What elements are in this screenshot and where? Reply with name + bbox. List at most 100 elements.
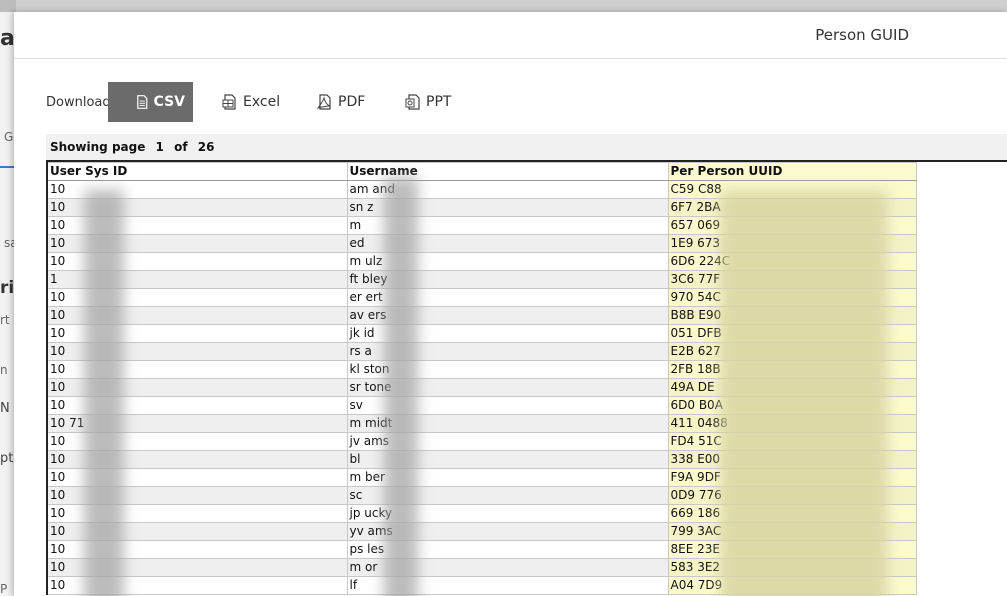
table-row: 10 sv 6D0 B0A: [46, 396, 1007, 415]
table-filler-cell: [916, 397, 1007, 415]
csv-download-button[interactable]: CSV: [108, 82, 193, 122]
cell-person-uuid: 2FB 18B: [667, 360, 917, 379]
table-filler-cell: [916, 469, 1007, 487]
cell-person-uuid: 3C6 77F: [667, 270, 917, 289]
cell-user-sys-id: 10: [46, 342, 348, 361]
download-toolbar: Download CSV Excel PDF PPT: [14, 82, 614, 122]
column-header-user-sys-id[interactable]: User Sys ID: [46, 162, 348, 181]
table-filler-cell: [916, 577, 1007, 595]
table-row: 10 jp ucky 669 186: [46, 504, 1007, 523]
cell-user-sys-id: 10: [46, 522, 348, 541]
table-filler-cell: [916, 415, 1007, 433]
table-filler-cell: [916, 163, 1007, 181]
table-row: 10 am and C59 C88: [46, 180, 1007, 199]
excel-button-label: Excel: [243, 94, 281, 110]
report-table-container: Showing page 1 of 26 User Sys ID Usernam…: [46, 134, 1007, 595]
table-row: 10 71 m midt 411 0488: [46, 414, 1007, 433]
table-row: 10 jv ams FD4 51C: [46, 432, 1007, 451]
table-filler-cell: [916, 523, 1007, 541]
background-text-fragment: P: [0, 582, 8, 596]
cell-username: jv ams: [346, 432, 669, 451]
table-filler-cell: [916, 271, 1007, 289]
dialog-header: Person GUID: [14, 12, 1007, 59]
cell-person-uuid: C59 C88: [667, 180, 917, 199]
csv-button-label: CSV: [153, 94, 185, 110]
current-page-number: 1: [155, 140, 164, 154]
table-filler-cell: [916, 541, 1007, 559]
cell-user-sys-id: 10: [46, 324, 348, 343]
table-filler-cell: [916, 325, 1007, 343]
cell-username: m midt: [346, 414, 669, 433]
cell-person-uuid: 8EE 23E: [667, 540, 917, 559]
cell-person-uuid: B8B E90: [667, 306, 917, 325]
cell-user-sys-id: 10: [46, 504, 348, 523]
cell-user-sys-id: 10: [46, 252, 348, 271]
table-filler-cell: [916, 379, 1007, 397]
background-tab-fragment: G: [4, 130, 14, 144]
cell-person-uuid: 051 DFB: [667, 324, 917, 343]
cell-username: am and: [346, 180, 669, 199]
background-header: [0, 0, 16, 12]
cell-username: jp ucky: [346, 504, 669, 523]
background-text-fragment: N: [0, 401, 10, 416]
cell-person-uuid: 6D6 224C: [667, 252, 917, 271]
background-text-fragment: n: [0, 363, 8, 377]
table-filler-cell: [916, 505, 1007, 523]
table-row: 10 kl ston 2FB 18B: [46, 360, 1007, 379]
table-filler-cell: [916, 559, 1007, 577]
background-text-fragment: rt: [0, 313, 10, 327]
excel-file-icon: [222, 94, 236, 110]
cell-username: yv ams: [346, 522, 669, 541]
cell-person-uuid: 799 3AC: [667, 522, 917, 541]
excel-download-button[interactable]: Excel: [214, 82, 288, 122]
cell-person-uuid: FD4 51C: [667, 432, 917, 451]
table-row: 10 bl 338 E00: [46, 450, 1007, 469]
cell-user-sys-id: 10: [46, 180, 348, 199]
cell-person-uuid: 6F7 2BA: [667, 198, 917, 217]
cell-person-uuid: 0D9 776: [667, 486, 917, 505]
table-row: 10 m or 583 3E2: [46, 558, 1007, 577]
table-filler-cell: [916, 307, 1007, 325]
cell-person-uuid: 1E9 673: [667, 234, 917, 253]
table-row: 10 av ers B8B E90: [46, 306, 1007, 325]
cell-person-uuid: 338 E00: [667, 450, 917, 469]
cell-user-sys-id: 10: [46, 360, 348, 379]
table-row: 10 sr tone 49A DE: [46, 378, 1007, 397]
cell-username: m ber: [346, 468, 669, 487]
table-filler-cell: [916, 487, 1007, 505]
column-header-person-uuid[interactable]: Per Person UUID: [667, 162, 917, 181]
ppt-download-button[interactable]: PPT: [397, 82, 459, 122]
cell-username: ft bley: [346, 270, 669, 289]
column-header-username[interactable]: Username: [346, 162, 669, 181]
report-dialog: Person GUID Download CSV Excel PDF PPT S…: [14, 12, 1007, 596]
cell-person-uuid: 49A DE: [667, 378, 917, 397]
table-header-row: User Sys ID Username Per Person UUID: [46, 162, 1007, 181]
cell-username: er ert: [346, 288, 669, 307]
cell-username: kl ston: [346, 360, 669, 379]
table-filler-cell: [916, 289, 1007, 307]
cell-username: ps les: [346, 540, 669, 559]
table-row: 10 ed 1E9 673: [46, 234, 1007, 253]
table-filler-cell: [916, 235, 1007, 253]
cell-person-uuid: 6D0 B0A: [667, 396, 917, 415]
cell-user-sys-id: 10: [46, 558, 348, 577]
cell-username: lf: [346, 576, 669, 595]
cell-username: jk id: [346, 324, 669, 343]
table-row: 1 ft bley 3C6 77F: [46, 270, 1007, 289]
table-row: 10 m ber F9A 9DF: [46, 468, 1007, 487]
ppt-file-icon: [405, 94, 420, 110]
table-filler-cell: [916, 361, 1007, 379]
cell-person-uuid: 583 3E2: [667, 558, 917, 577]
pdf-download-button[interactable]: PDF: [309, 82, 373, 122]
cell-username: sv: [346, 396, 669, 415]
table-row: 10 ps les 8EE 23E: [46, 540, 1007, 559]
cell-user-sys-id: 10: [46, 468, 348, 487]
dialog-title: Person GUID: [815, 26, 909, 44]
cell-username: rs a: [346, 342, 669, 361]
cell-username: m ulz: [346, 252, 669, 271]
cell-person-uuid: 411 0488: [667, 414, 917, 433]
cell-person-uuid: 657 069: [667, 216, 917, 235]
cell-user-sys-id: 10: [46, 306, 348, 325]
cell-person-uuid: 970 54C: [667, 288, 917, 307]
download-label: Download: [46, 95, 111, 110]
